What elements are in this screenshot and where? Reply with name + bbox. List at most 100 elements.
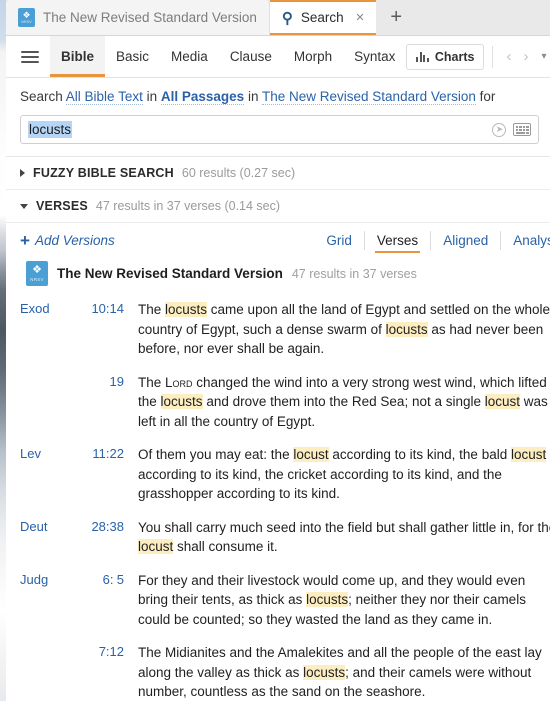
search-term-highlight: locusts bbox=[303, 664, 346, 680]
verse-book[interactable]: Judg bbox=[20, 571, 76, 587]
verse-text: For they and their livestock would come … bbox=[124, 571, 550, 630]
versions-toolbar: + Add Versions Grid Verses Aligned Analy… bbox=[6, 223, 550, 254]
search-term-highlight: locust bbox=[138, 539, 174, 554]
search-input-row: locusts ➤ ★ bbox=[20, 115, 550, 144]
search-prefix: Search bbox=[20, 89, 63, 104]
search-term-highlight: locust bbox=[293, 447, 329, 462]
bottom-fade bbox=[6, 697, 550, 701]
section-fuzzy-meta: 60 results (0.27 sec) bbox=[181, 166, 296, 180]
tab-search[interactable]: ⚲ Search × bbox=[269, 0, 377, 35]
toolbar-divider bbox=[492, 45, 494, 68]
search-term-highlight: locusts bbox=[160, 394, 203, 409]
verse-reference[interactable]: 11:22 bbox=[76, 445, 124, 461]
tab-morph-label: Morph bbox=[293, 49, 333, 64]
search-icon: ⚲ bbox=[281, 9, 293, 27]
verse-reference[interactable]: 28:38 bbox=[76, 518, 124, 534]
verse-text-run: You shall carry much seed into the field… bbox=[138, 519, 550, 535]
tab-morph[interactable]: Morph bbox=[283, 36, 343, 77]
verse-reference[interactable]: 6: 5 bbox=[76, 571, 124, 587]
divine-name: Lord bbox=[165, 374, 193, 390]
verse-reference[interactable]: 10:14 bbox=[76, 300, 124, 316]
chevron-right-icon bbox=[20, 169, 25, 177]
verse-reference[interactable]: 19 bbox=[76, 373, 124, 389]
chevron-down-icon[interactable]: ▾ bbox=[535, 51, 550, 62]
search-input-icons: ➤ bbox=[492, 122, 532, 137]
tab-clause[interactable]: Clause bbox=[219, 36, 283, 77]
main-toolbar: Bible Basic Media Clause Morph Syntax Ch… bbox=[6, 36, 550, 78]
tab-bible-label: Bible bbox=[61, 49, 95, 64]
section-verses-meta: 47 results in 37 verses (0.14 sec) bbox=[95, 199, 281, 213]
add-versions-label: Add Versions bbox=[34, 233, 115, 248]
search-scope-link[interactable]: All Bible Text bbox=[65, 89, 143, 105]
verse-book[interactable]: Deut bbox=[20, 518, 76, 534]
tab-basic-label: Basic bbox=[116, 49, 150, 64]
search-suffix: for bbox=[479, 89, 496, 104]
search-panel: Search All Bible Text in All Passages in… bbox=[6, 78, 550, 157]
close-icon[interactable]: × bbox=[356, 9, 365, 26]
results-panel: + Add Versions Grid Verses Aligned Analy… bbox=[6, 223, 550, 701]
nrsv-book-icon: ❖ NRSV bbox=[26, 261, 48, 286]
tab-media-label: Media bbox=[171, 49, 208, 64]
verse-text-run: according to its kind, the cricket accor… bbox=[138, 466, 502, 502]
search-input[interactable]: locusts ➤ bbox=[20, 115, 540, 144]
section-fuzzy-title: FUZZY BIBLE SEARCH bbox=[33, 166, 174, 180]
tab-media[interactable]: Media bbox=[160, 36, 219, 77]
search-term-highlight: locust bbox=[510, 447, 547, 462]
tab-aligned[interactable]: Aligned bbox=[431, 231, 502, 250]
search-term-highlight: locust bbox=[484, 394, 521, 409]
keyboard-icon[interactable] bbox=[513, 123, 532, 136]
circle-arrow-icon[interactable]: ➤ bbox=[492, 122, 507, 137]
view-mode-tabs: Grid Verses Aligned Analysis bbox=[314, 231, 550, 253]
search-term-highlight: locusts bbox=[165, 302, 208, 317]
section-verses[interactable]: VERSES 47 results in 37 verses (0.14 sec… bbox=[6, 190, 550, 223]
tab-syntax-label: Syntax bbox=[354, 49, 396, 64]
tab-nrsv[interactable]: ❖ NRSV The New Revised Standard Version bbox=[6, 0, 270, 35]
version-result-header: ❖ NRSV The New Revised Standard Version … bbox=[6, 254, 550, 290]
verse-row[interactable]: Judg 6: 5 For they and their livestock wou… bbox=[6, 567, 550, 640]
verse-text-run: and drove them into the Red Sea; not a s… bbox=[202, 394, 485, 409]
verse-text-run: The bbox=[138, 302, 166, 317]
verse-book[interactable] bbox=[20, 373, 76, 374]
verse-row[interactable]: Deut 28:38 You shall carry much seed into … bbox=[6, 514, 550, 567]
verse-row[interactable]: Lev 11:22 Of them you may eat: the locust … bbox=[6, 441, 550, 514]
verse-row[interactable]: 7:12 The Midianites and the Amalekites an… bbox=[6, 639, 550, 701]
tab-syntax[interactable]: Syntax bbox=[343, 36, 406, 77]
nrsv-icon-label: NRSV bbox=[30, 277, 44, 282]
verse-text: The locusts came upon all the land of Eg… bbox=[124, 300, 550, 359]
verse-row[interactable]: Exod 10:14 The locusts came upon all the l… bbox=[6, 296, 550, 369]
verse-text-run: according to its kind, the bald bbox=[328, 447, 511, 462]
tab-grid[interactable]: Grid bbox=[314, 231, 365, 250]
verse-text: The Midianites and the Amalekites and al… bbox=[124, 643, 550, 701]
search-passages-link[interactable]: All Passages bbox=[160, 89, 245, 105]
verse-book[interactable]: Lev bbox=[20, 445, 76, 461]
browser-tab-strip: ❖ NRSV The New Revised Standard Version ⚲… bbox=[6, 0, 550, 36]
verse-text-run: The bbox=[138, 374, 166, 390]
search-in-2: in bbox=[247, 89, 259, 104]
verse-book[interactable] bbox=[20, 643, 76, 644]
chevron-down-icon bbox=[20, 203, 28, 209]
tab-basic[interactable]: Basic bbox=[105, 36, 160, 77]
bar-chart-icon bbox=[416, 51, 429, 62]
version-result-count: 47 results in 37 verses bbox=[291, 266, 417, 281]
new-tab-button[interactable]: + bbox=[376, 0, 416, 35]
app-window: ❖ NRSV The New Revised Standard Version ⚲… bbox=[6, 0, 550, 701]
tab-bible[interactable]: Bible bbox=[50, 36, 106, 77]
back-icon[interactable]: ‹ bbox=[501, 48, 516, 65]
verse-text: The Lord changed the wind into a very st… bbox=[124, 373, 550, 432]
search-version-link[interactable]: The New Revised Standard Version bbox=[262, 89, 476, 105]
charts-button[interactable]: Charts bbox=[406, 43, 485, 70]
nrsv-book-icon: ❖ NRSV bbox=[18, 8, 35, 27]
verse-text: You shall carry much seed into the field… bbox=[124, 518, 550, 557]
section-fuzzy-bible-search[interactable]: FUZZY BIBLE SEARCH 60 results (0.27 sec) bbox=[6, 157, 550, 190]
verse-row[interactable]: 19 The Lord changed the wind into a very … bbox=[6, 369, 550, 442]
search-input-value: locusts bbox=[28, 121, 73, 138]
forward-icon[interactable]: › bbox=[518, 48, 533, 65]
plus-icon: + bbox=[20, 231, 30, 250]
verse-reference[interactable]: 7:12 bbox=[76, 643, 124, 659]
verse-book[interactable]: Exod bbox=[20, 300, 76, 316]
tab-verses[interactable]: Verses bbox=[365, 231, 432, 253]
tab-clause-label: Clause bbox=[229, 49, 272, 64]
add-versions-button[interactable]: + Add Versions bbox=[20, 232, 115, 249]
hamburger-icon[interactable] bbox=[10, 36, 50, 77]
tab-analysis[interactable]: Analysis bbox=[501, 231, 550, 250]
